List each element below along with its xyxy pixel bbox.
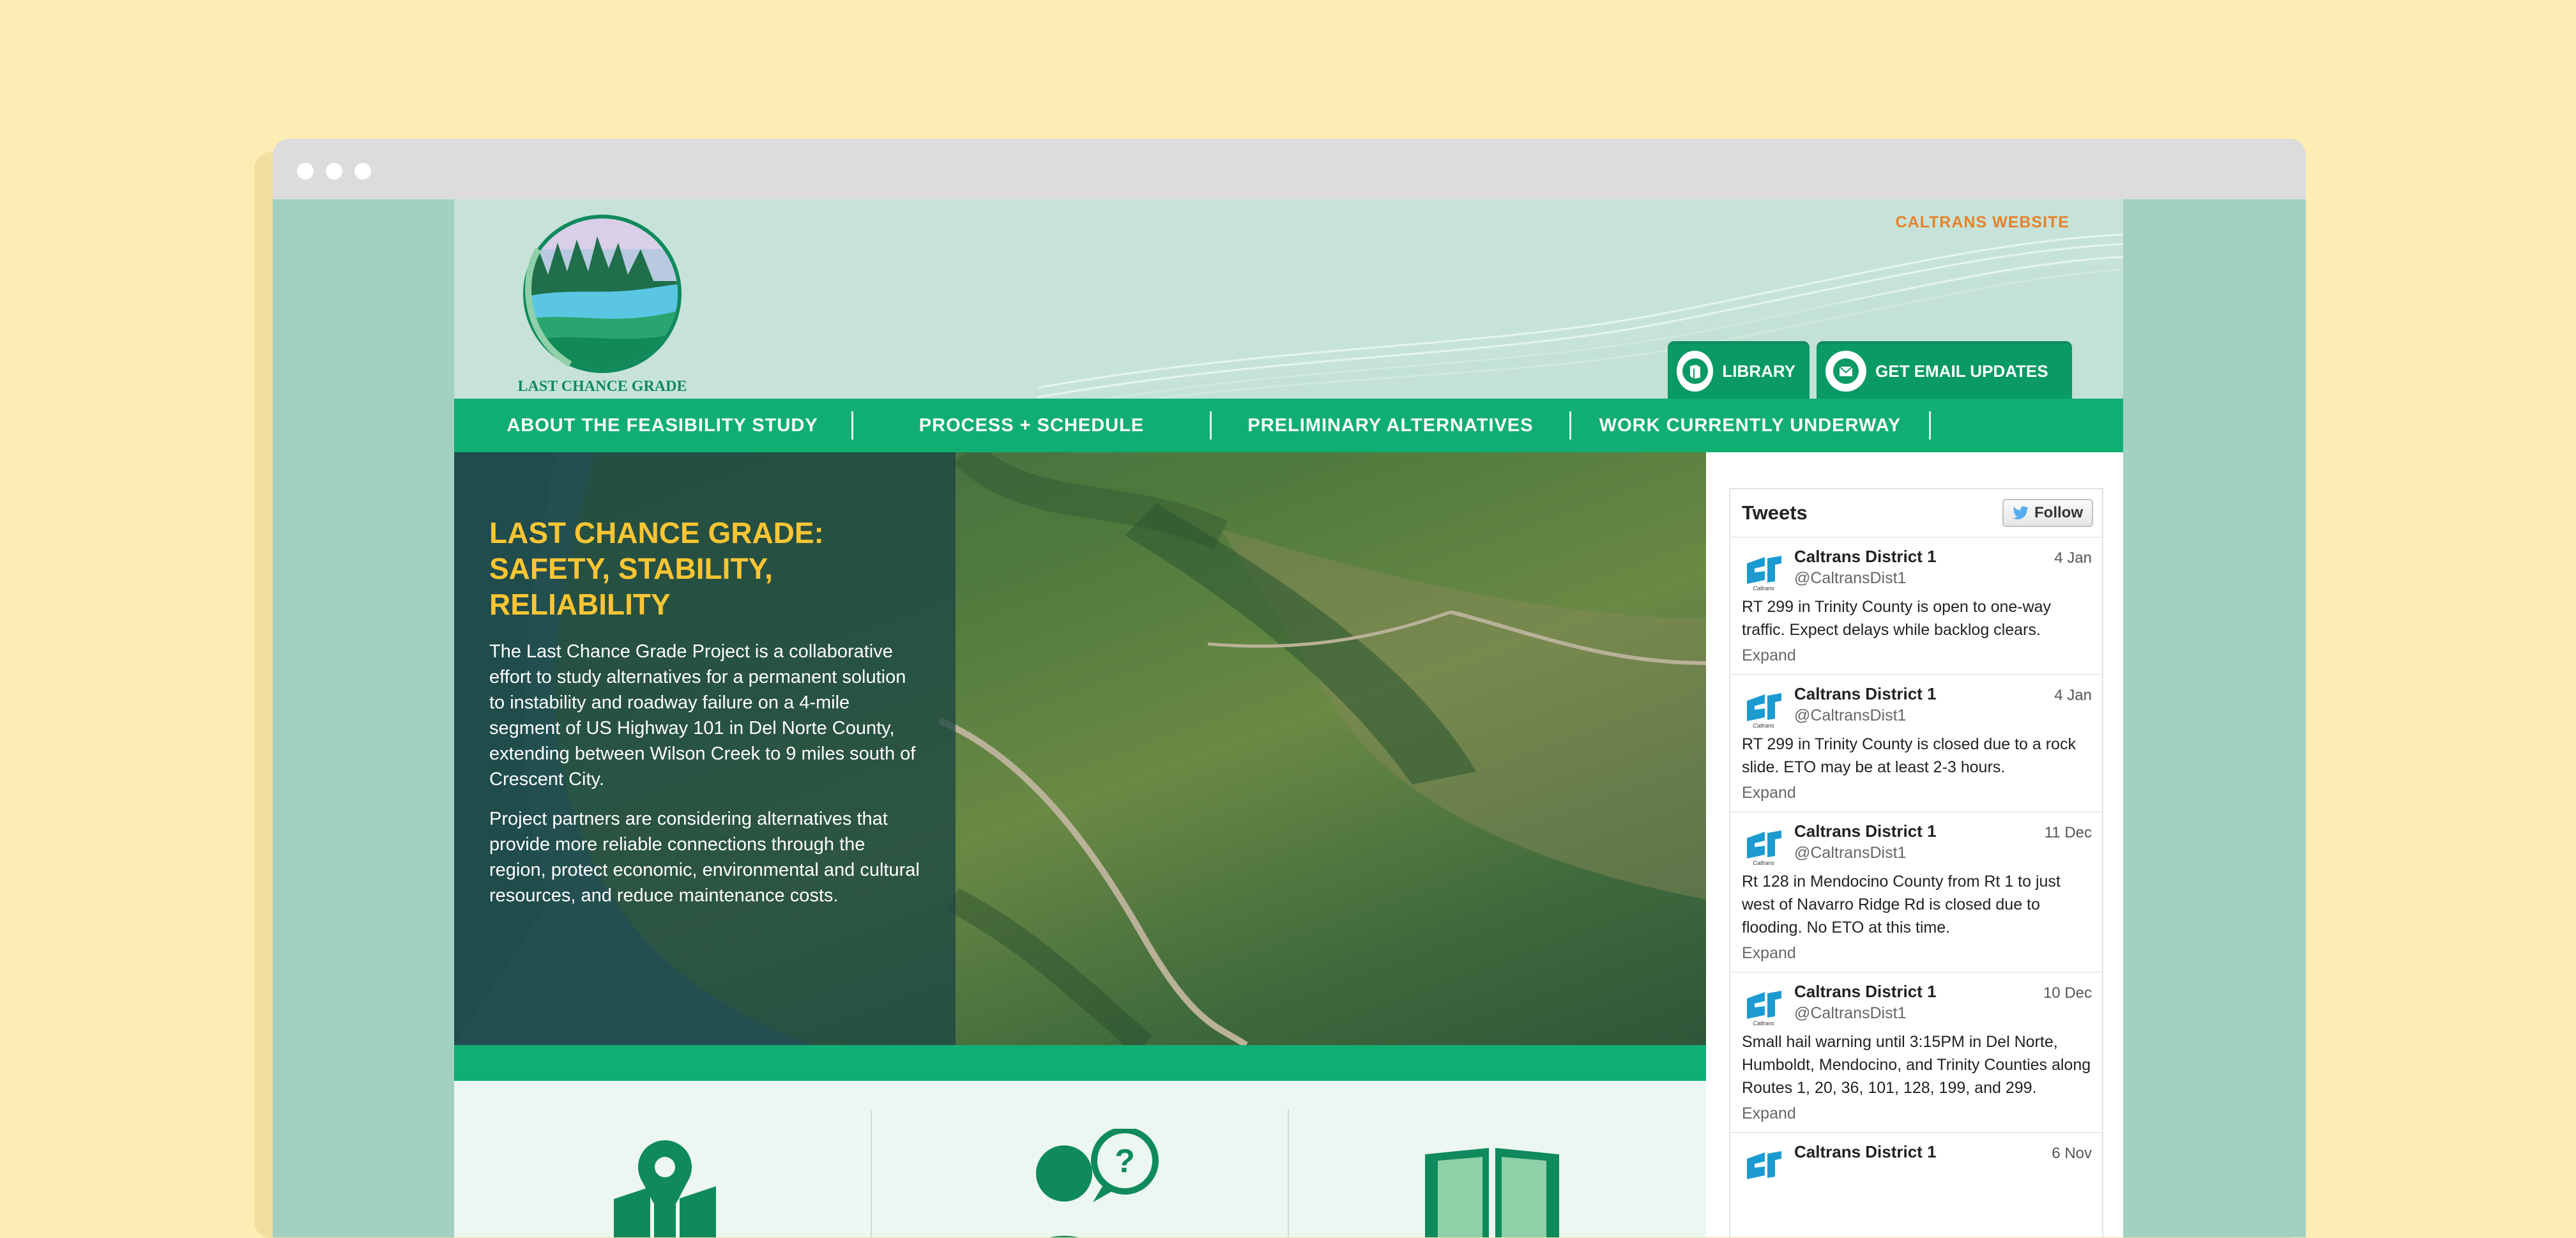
caltrans-avatar[interactable]: Caltrans bbox=[1742, 827, 1785, 866]
tweet-author-name[interactable]: Caltrans District 1 bbox=[1794, 1142, 2092, 1162]
tweet-text: Small hail warning until 3:15PM in Del N… bbox=[1742, 1033, 2091, 1097]
logo-text: LAST CHANCE GRADE bbox=[518, 378, 687, 395]
map-pin-icon[interactable] bbox=[601, 1129, 729, 1237]
hero-text-panel: LAST CHANCE GRADE: SAFETY, STABILITY, RE… bbox=[454, 452, 956, 1045]
tweet-date[interactable]: 6 Nov bbox=[2052, 1145, 2092, 1163]
window-dot-minimize[interactable] bbox=[326, 163, 342, 180]
hero-paragraph-2: Project partners are considering alterna… bbox=[489, 809, 920, 906]
tweet-date[interactable]: 4 Jan bbox=[2054, 687, 2092, 705]
caltrans-avatar[interactable]: Caltrans bbox=[1742, 987, 1785, 1027]
site-header: LAST CHANCE GRADE CALTRANS WEBSITE LIBRA… bbox=[454, 199, 2123, 399]
twitter-bird-icon bbox=[2013, 506, 2029, 519]
svg-text:Caltrans: Caltrans bbox=[1753, 722, 1774, 729]
library-button[interactable]: LIBRARY bbox=[1668, 341, 1810, 399]
email-icon bbox=[1825, 351, 1866, 392]
tweet-author-handle[interactable]: @CaltransDist1 bbox=[1794, 1004, 2092, 1023]
library-icon bbox=[1677, 351, 1714, 392]
main-content: LAST CHANCE GRADE: SAFETY, STABILITY, RE… bbox=[454, 452, 2123, 1237]
web-page: LAST CHANCE GRADE CALTRANS WEBSITE LIBRA… bbox=[454, 199, 2123, 1237]
main-navigation: ABOUT THE FEASIBILITY STUDY PROCESS + SC… bbox=[454, 399, 2123, 452]
last-chance-grade-logo[interactable]: LAST CHANCE GRADE bbox=[513, 211, 692, 399]
tweet-item[interactable]: Caltrans Caltrans District 1 @CaltransDi… bbox=[1730, 973, 2102, 1133]
tweet-author-handle[interactable]: @CaltransDist1 bbox=[1794, 844, 2092, 862]
tweet-item[interactable]: Caltrans Caltrans District 1 @CaltransDi… bbox=[1730, 675, 2102, 813]
nav-separator bbox=[1929, 411, 1931, 439]
caltrans-avatar[interactable] bbox=[1742, 1147, 1785, 1187]
tweets-title: Tweets bbox=[1742, 501, 1808, 524]
follow-label: Follow bbox=[2034, 504, 2083, 521]
tweet-text: RT 299 in Trinity County is open to one-… bbox=[1742, 598, 2052, 639]
caltrans-avatar[interactable]: Caltrans bbox=[1742, 689, 1785, 729]
tweet-date[interactable]: 10 Dec bbox=[2043, 984, 2092, 1002]
library-label: LIBRARY bbox=[1722, 361, 1795, 381]
tweet-expand-link[interactable]: Expand bbox=[1742, 944, 2092, 963]
tweet-author-handle[interactable]: @CaltransDist1 bbox=[1794, 569, 2092, 588]
nav-item-preliminary-alternatives[interactable]: PRELIMINARY ALTERNATIVES bbox=[1212, 415, 1569, 436]
tweet-text: RT 299 in Trinity County is closed due t… bbox=[1742, 735, 2076, 776]
tweet-author-name[interactable]: Caltrans District 1 bbox=[1794, 684, 2092, 704]
tweet-author-handle[interactable]: @CaltransDist1 bbox=[1794, 707, 2092, 725]
svg-text:?: ? bbox=[1115, 1143, 1135, 1180]
svg-text:Caltrans: Caltrans bbox=[1753, 1020, 1774, 1027]
hero-title: LAST CHANCE GRADE: SAFETY, STABILITY, RE… bbox=[489, 516, 824, 621]
window-dot-close[interactable] bbox=[297, 163, 314, 180]
hero-section: LAST CHANCE GRADE: SAFETY, STABILITY, RE… bbox=[454, 452, 1706, 1045]
tweet-item[interactable]: Caltrans District 1 6 Nov bbox=[1730, 1133, 2102, 1187]
tweet-date[interactable]: 4 Jan bbox=[2054, 549, 2092, 567]
feature-divider bbox=[1288, 1110, 1289, 1237]
svg-text:Caltrans: Caltrans bbox=[1753, 860, 1774, 866]
hero-paragraph-1: The Last Chance Grade Project is a colla… bbox=[489, 641, 916, 790]
sidebar: Tweets Follow Caltrans Caltrans District… bbox=[1706, 452, 2123, 1237]
nav-item-feasibility-study[interactable]: ABOUT THE FEASIBILITY STUDY bbox=[473, 415, 851, 436]
window-dot-maximize[interactable] bbox=[354, 163, 371, 180]
tweet-meta: Caltrans District 1 @CaltransDist1 bbox=[1794, 684, 2092, 725]
browser-titlebar bbox=[273, 139, 2306, 199]
tweet-item[interactable]: Caltrans Caltrans District 1 @CaltransDi… bbox=[1730, 538, 2102, 675]
tweet-expand-link[interactable]: Expand bbox=[1742, 1104, 2092, 1123]
person-question-icon[interactable]: ? bbox=[1007, 1129, 1173, 1237]
feature-divider bbox=[871, 1110, 872, 1237]
tweet-date[interactable]: 11 Dec bbox=[2045, 824, 2092, 842]
open-book-icon[interactable] bbox=[1419, 1129, 1566, 1237]
nav-item-work-underway[interactable]: WORK CURRENTLY UNDERWAY bbox=[1571, 415, 1929, 436]
tweet-text: Rt 128 in Mendocino County from Rt 1 to … bbox=[1742, 873, 2061, 936]
twitter-timeline-widget[interactable]: Tweets Follow Caltrans Caltrans District… bbox=[1729, 488, 2103, 1237]
browser-window: LAST CHANCE GRADE CALTRANS WEBSITE LIBRA… bbox=[273, 139, 2306, 1237]
nav-item-process-schedule[interactable]: PROCESS + SCHEDULE bbox=[853, 415, 1210, 436]
svg-text:Caltrans: Caltrans bbox=[1753, 585, 1774, 592]
tweet-meta: Caltrans District 1 @CaltransDist1 bbox=[1794, 547, 2092, 588]
tweet-meta: Caltrans District 1 bbox=[1794, 1142, 2092, 1162]
follow-button[interactable]: Follow bbox=[2002, 499, 2093, 527]
caltrans-avatar[interactable]: Caltrans bbox=[1742, 552, 1785, 592]
feature-icons-row: ? bbox=[454, 1081, 1706, 1237]
caltrans-website-link[interactable]: CALTRANS WEBSITE bbox=[1896, 213, 2069, 232]
tweet-item[interactable]: Caltrans Caltrans District 1 @CaltransDi… bbox=[1730, 813, 2102, 973]
email-updates-button[interactable]: GET EMAIL UPDATES bbox=[1817, 341, 2072, 399]
tweet-expand-link[interactable]: Expand bbox=[1742, 646, 2092, 665]
email-updates-label: GET EMAIL UPDATES bbox=[1875, 361, 2048, 381]
tweet-author-name[interactable]: Caltrans District 1 bbox=[1794, 547, 2092, 567]
twitter-widget-header: Tweets Follow bbox=[1730, 489, 2102, 538]
tweet-expand-link[interactable]: Expand bbox=[1742, 784, 2092, 802]
hero-green-band bbox=[454, 1045, 1706, 1081]
